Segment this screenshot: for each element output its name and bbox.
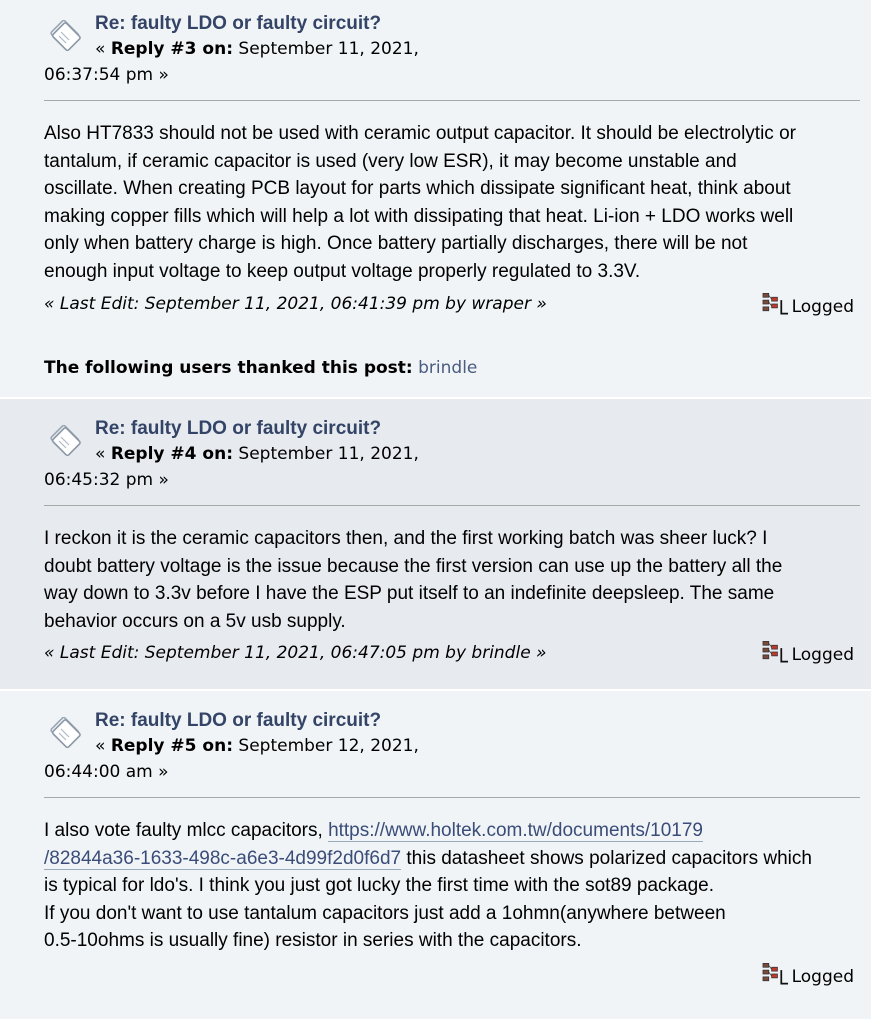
post-body-line: only when battery charge is high. Once b…	[44, 233, 748, 254]
post-divider	[44, 100, 860, 101]
datasheet-link[interactable]: https://www.holtek.com.tw/documents/1017…	[328, 820, 703, 842]
reply-prefix: «	[95, 444, 106, 464]
reply-label: Reply #5 on:	[110, 736, 233, 756]
post-date: September 12, 2021,	[238, 736, 419, 756]
post-subject-link[interactable]: Re: faulty LDO or faulty circuit?	[95, 418, 381, 440]
ip-logged-icon	[761, 640, 789, 663]
thanked-users: The following users thanked this post: b…	[44, 358, 477, 378]
ip-logged-icon	[761, 292, 789, 315]
forum-post-reply-4: Re: faulty LDO or faulty circuit? « Repl…	[0, 399, 871, 691]
ip-logged-icon	[761, 962, 789, 985]
last-edit-note: « Last Edit: September 11, 2021, 06:47:0…	[44, 643, 547, 663]
reply-label: Reply #4 on:	[110, 444, 233, 464]
post-body-line: enough input voltage to keep output volt…	[44, 260, 641, 282]
post-time: 06:37:54 pm »	[44, 65, 169, 85]
post-body-line: oscillate. When creating PCB layout for …	[44, 178, 791, 199]
post-date: September 11, 2021,	[238, 444, 419, 464]
post-body-line: I also vote faulty mlcc capacitors, http…	[44, 817, 844, 845]
logged-label: Logged	[791, 645, 854, 665]
forum-post-reply-3: Re: faulty LDO or faulty circuit? « Repl…	[0, 0, 871, 399]
post-body: Also HT7833 should not be used with cera…	[44, 120, 844, 285]
logged-label: Logged	[791, 297, 854, 317]
reply-prefix: «	[95, 736, 106, 756]
logged-label: Logged	[791, 967, 854, 987]
logged-indicator: Logged	[761, 961, 854, 987]
post-body-text: this datasheet shows polarized capacitor…	[401, 847, 812, 869]
post-body-line: /82844a36-1633-498c-a6e3-4d99f2d0f6d7 th…	[44, 845, 844, 873]
forum-post-reply-5: Re: faulty LDO or faulty circuit? « Repl…	[0, 691, 871, 1021]
post-date: September 11, 2021,	[238, 39, 419, 59]
last-edit-note: « Last Edit: September 11, 2021, 06:41:3…	[44, 294, 547, 314]
reply-label: Reply #3 on:	[110, 39, 233, 59]
post-body: I reckon it is the ceramic capacitors th…	[44, 525, 844, 635]
post-subject-link[interactable]: Re: faulty LDO or faulty circuit?	[95, 710, 381, 732]
logged-indicator: Logged	[761, 639, 854, 665]
post-icon	[49, 717, 82, 749]
post-body-line: making copper fills which will help a lo…	[44, 205, 794, 227]
post-body-text: I also vote faulty mlcc capacitors,	[44, 820, 329, 841]
post-body-line: doubt battery voltage is the issue becau…	[44, 555, 783, 577]
post-icon	[49, 20, 82, 52]
post-subject-link[interactable]: Re: faulty LDO or faulty circuit?	[95, 13, 381, 35]
logged-indicator: Logged	[761, 291, 854, 317]
post-meta: « Reply #5 on: September 12, 2021,	[95, 736, 419, 756]
post-meta: « Reply #4 on: September 11, 2021,	[95, 444, 419, 464]
thanked-label: The following users thanked this post:	[44, 358, 413, 378]
post-time: 06:45:32 pm »	[44, 470, 169, 490]
post-body-line: I reckon it is the ceramic capacitors th…	[44, 528, 768, 549]
post-body: I also vote faulty mlcc capacitors, http…	[44, 817, 844, 955]
post-time: 06:44:00 am »	[44, 762, 169, 782]
post-icon	[49, 425, 82, 457]
post-body-line: behavior occurs on a 5v usb supply.	[44, 610, 346, 632]
post-body-line: If you don't want to use tantalum capaci…	[44, 902, 726, 924]
post-divider	[44, 797, 860, 798]
post-body-line: tantalum, if ceramic capacitor is used (…	[44, 150, 737, 172]
post-body-line: 0.5-10ohms is usually fine) resistor in …	[44, 930, 582, 951]
post-meta: « Reply #3 on: September 11, 2021,	[95, 39, 419, 59]
post-body-line: Also HT7833 should not be used with cera…	[44, 123, 796, 144]
post-body-line: way down to 3.3v before I have the ESP p…	[44, 583, 775, 604]
thanked-user-link[interactable]: brindle	[418, 358, 477, 378]
post-divider	[44, 505, 860, 506]
reply-prefix: «	[95, 39, 106, 59]
datasheet-link-continued[interactable]: /82844a36-1633-498c-a6e3-4d99f2d0f6d7	[44, 847, 402, 870]
post-body-line: is typical for ldo's. I think you just g…	[44, 875, 714, 896]
